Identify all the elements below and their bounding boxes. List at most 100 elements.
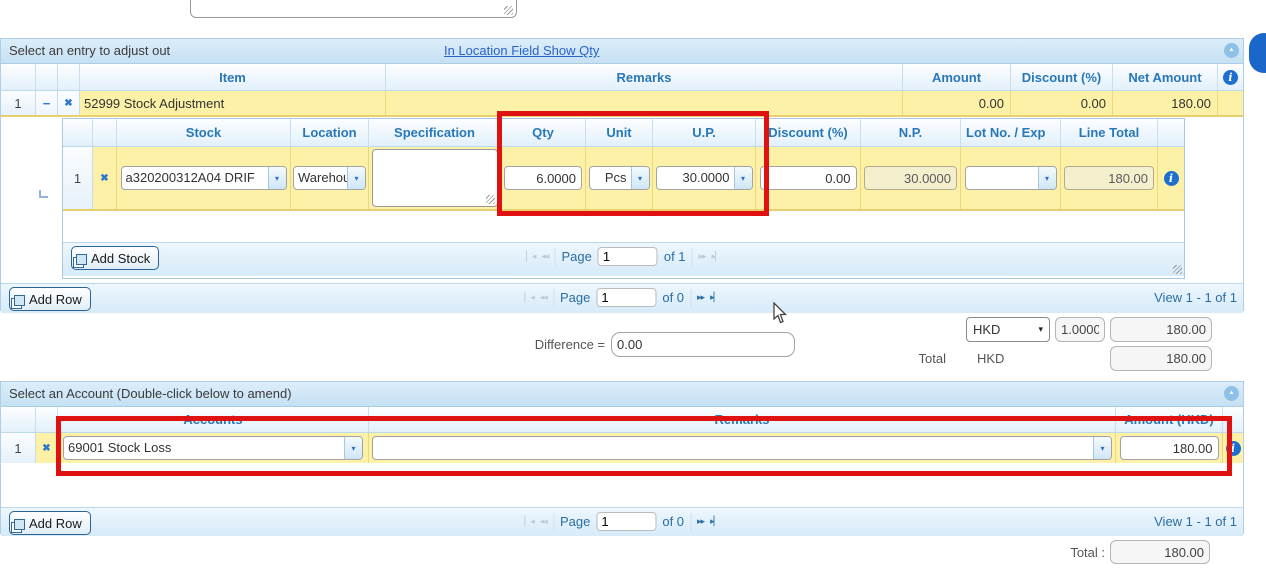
info-col-header bbox=[1223, 407, 1243, 432]
pager-first-button[interactable]: ▏◂ bbox=[526, 251, 535, 262]
col-header-specification: Specification bbox=[369, 119, 501, 146]
top-remarks-textarea[interactable] bbox=[190, 0, 517, 18]
unit-select-value: Pcs bbox=[590, 167, 631, 189]
discount-cell: 0.00 bbox=[1011, 91, 1113, 115]
col-header-up: U.P. bbox=[653, 119, 756, 146]
pager-last-button[interactable]: ▸▏ bbox=[712, 251, 721, 262]
mouse-cursor bbox=[772, 302, 788, 326]
add-stock-button[interactable]: Add Stock bbox=[71, 246, 159, 270]
unit-select[interactable]: Pcs ▾ bbox=[589, 166, 650, 190]
pager-next-button[interactable]: ▸▸ bbox=[697, 292, 704, 303]
line-total-cell bbox=[1061, 147, 1158, 209]
dropdown-arrow-icon[interactable]: ▾ bbox=[734, 167, 752, 189]
delete-row-icon[interactable]: ✖ bbox=[42, 443, 50, 454]
delete-row-cell[interactable]: ✖ bbox=[58, 91, 80, 115]
stock-row[interactable]: 1 ✖ a320200312A04 DRIF ▾ Warehous ▾ bbox=[63, 147, 1184, 211]
pager-prev-button[interactable]: ◂◂ bbox=[540, 292, 547, 303]
page-input[interactable] bbox=[598, 247, 658, 266]
total-amount-input bbox=[1110, 346, 1212, 371]
lot-select[interactable]: ▾ bbox=[965, 166, 1057, 190]
page-label: Page bbox=[561, 249, 591, 264]
account-row[interactable]: 1 ✖ 69001 Stock Loss ▾ ▾ i bbox=[1, 433, 1243, 463]
np-cell bbox=[861, 147, 961, 209]
floating-action-button[interactable] bbox=[1249, 33, 1266, 73]
item-cell[interactable]: 52999 Stock Adjustment bbox=[80, 91, 386, 115]
dropdown-arrow-icon[interactable]: ▾ bbox=[631, 167, 649, 189]
pager-separator bbox=[554, 248, 555, 266]
account-select[interactable]: 69001 Stock Loss ▾ bbox=[63, 436, 363, 460]
col-header-remarks: Remarks bbox=[369, 407, 1116, 432]
location-select[interactable]: Warehous ▾ bbox=[293, 166, 366, 190]
account-select-value: 69001 Stock Loss bbox=[64, 437, 344, 459]
dropdown-arrow-icon[interactable]: ▾ bbox=[344, 437, 362, 459]
account-amount-input[interactable] bbox=[1120, 436, 1219, 460]
col-header-location: Location bbox=[291, 119, 369, 146]
col-header-qty: Qty bbox=[501, 119, 586, 146]
difference-input[interactable] bbox=[611, 332, 795, 357]
adjust-out-row[interactable]: 1 − ✖ 52999 Stock Adjustment 0.00 0.00 1… bbox=[1, 91, 1243, 117]
unit-price-select[interactable]: 30.0000 ▾ bbox=[656, 166, 753, 190]
pager-prev-button[interactable]: ◂◂ bbox=[541, 251, 548, 262]
exchange-rate-input[interactable] bbox=[1055, 317, 1105, 342]
delete-col-header bbox=[93, 119, 117, 146]
resize-handle[interactable] bbox=[1173, 265, 1182, 274]
collapse-arrow-icon: ▲ bbox=[1229, 47, 1235, 53]
location-cell: Warehous ▾ bbox=[291, 147, 369, 209]
page-input[interactable] bbox=[596, 288, 656, 307]
currency-select[interactable]: HKD ▾ bbox=[966, 317, 1050, 342]
stock-adjustment-screen: Select an entry to adjust out In Locatio… bbox=[0, 0, 1266, 583]
delete-row-icon[interactable]: ✖ bbox=[100, 173, 108, 184]
amount-cell: 0.00 bbox=[903, 91, 1011, 115]
col-header-discount: Discount (%) bbox=[1011, 64, 1113, 90]
info-icon[interactable]: i bbox=[1223, 70, 1238, 85]
unit-cell: Pcs ▾ bbox=[586, 147, 653, 209]
collapse-panel-button[interactable]: ▲ bbox=[1224, 386, 1239, 401]
resize-handle[interactable] bbox=[504, 6, 513, 15]
difference-label: Difference = bbox=[455, 337, 605, 352]
currency-amount-input bbox=[1110, 317, 1212, 342]
col-header-discount: Discount (%) bbox=[756, 119, 861, 146]
stock-select[interactable]: a320200312A04 DRIF ▾ bbox=[121, 166, 287, 190]
row-number: 1 bbox=[1, 91, 36, 115]
add-row-button[interactable]: Add Row bbox=[9, 511, 91, 535]
pager-next-button[interactable]: ▸▸ bbox=[697, 516, 704, 527]
resize-handle[interactable] bbox=[486, 195, 495, 204]
dropdown-arrow-icon[interactable]: ▾ bbox=[347, 167, 365, 189]
remarks-cell[interactable] bbox=[386, 91, 903, 115]
delete-row-cell[interactable]: ✖ bbox=[36, 433, 58, 463]
collapse-panel-button[interactable]: ▲ bbox=[1224, 43, 1239, 58]
grand-total-label: Total : bbox=[1018, 545, 1105, 560]
dropdown-arrow-icon[interactable]: ▾ bbox=[1038, 167, 1056, 189]
specification-textarea[interactable] bbox=[372, 149, 498, 207]
lot-select-value bbox=[966, 167, 1038, 189]
page-input[interactable] bbox=[596, 512, 656, 531]
qty-cell bbox=[501, 147, 586, 209]
col-header-np: N.P. bbox=[861, 119, 961, 146]
row-number: 1 bbox=[1, 433, 36, 463]
pager-first-button[interactable]: ▏◂ bbox=[524, 292, 533, 303]
pager-first-button[interactable]: ▏◂ bbox=[524, 516, 533, 527]
add-icon bbox=[76, 254, 87, 265]
info-icon[interactable]: i bbox=[1164, 171, 1179, 186]
qty-input[interactable] bbox=[504, 166, 582, 190]
pager-next-button[interactable]: ▸▸ bbox=[699, 251, 706, 262]
delete-row-cell[interactable]: ✖ bbox=[93, 147, 117, 209]
col-header-line-total: Line Total bbox=[1061, 119, 1158, 146]
info-col-header: i bbox=[1218, 64, 1243, 90]
adjust-out-header-row: Item Remarks Amount Discount (%) Net Amo… bbox=[1, 64, 1243, 91]
dropdown-arrow-icon[interactable]: ▾ bbox=[1093, 437, 1111, 459]
collapse-row-icon[interactable]: − bbox=[43, 96, 51, 111]
collapse-row-cell[interactable]: − bbox=[36, 91, 58, 115]
pager-prev-button[interactable]: ◂◂ bbox=[540, 516, 547, 527]
pager-last-button[interactable]: ▸▏ bbox=[710, 516, 719, 527]
account-remarks-select[interactable]: ▾ bbox=[372, 436, 1112, 460]
add-row-button[interactable]: Add Row bbox=[9, 287, 91, 311]
delete-row-icon[interactable]: ✖ bbox=[64, 98, 72, 109]
subgrid-area: Stock Location Specification Qty Unit U.… bbox=[1, 117, 1243, 283]
account-cell: 69001 Stock Loss ▾ bbox=[58, 433, 369, 463]
in-location-show-qty-link[interactable]: In Location Field Show Qty bbox=[444, 43, 599, 58]
discount-input[interactable] bbox=[760, 166, 857, 190]
dropdown-arrow-icon[interactable]: ▾ bbox=[268, 167, 286, 189]
pager-last-button[interactable]: ▸▏ bbox=[710, 292, 719, 303]
info-icon[interactable]: i bbox=[1226, 441, 1241, 456]
